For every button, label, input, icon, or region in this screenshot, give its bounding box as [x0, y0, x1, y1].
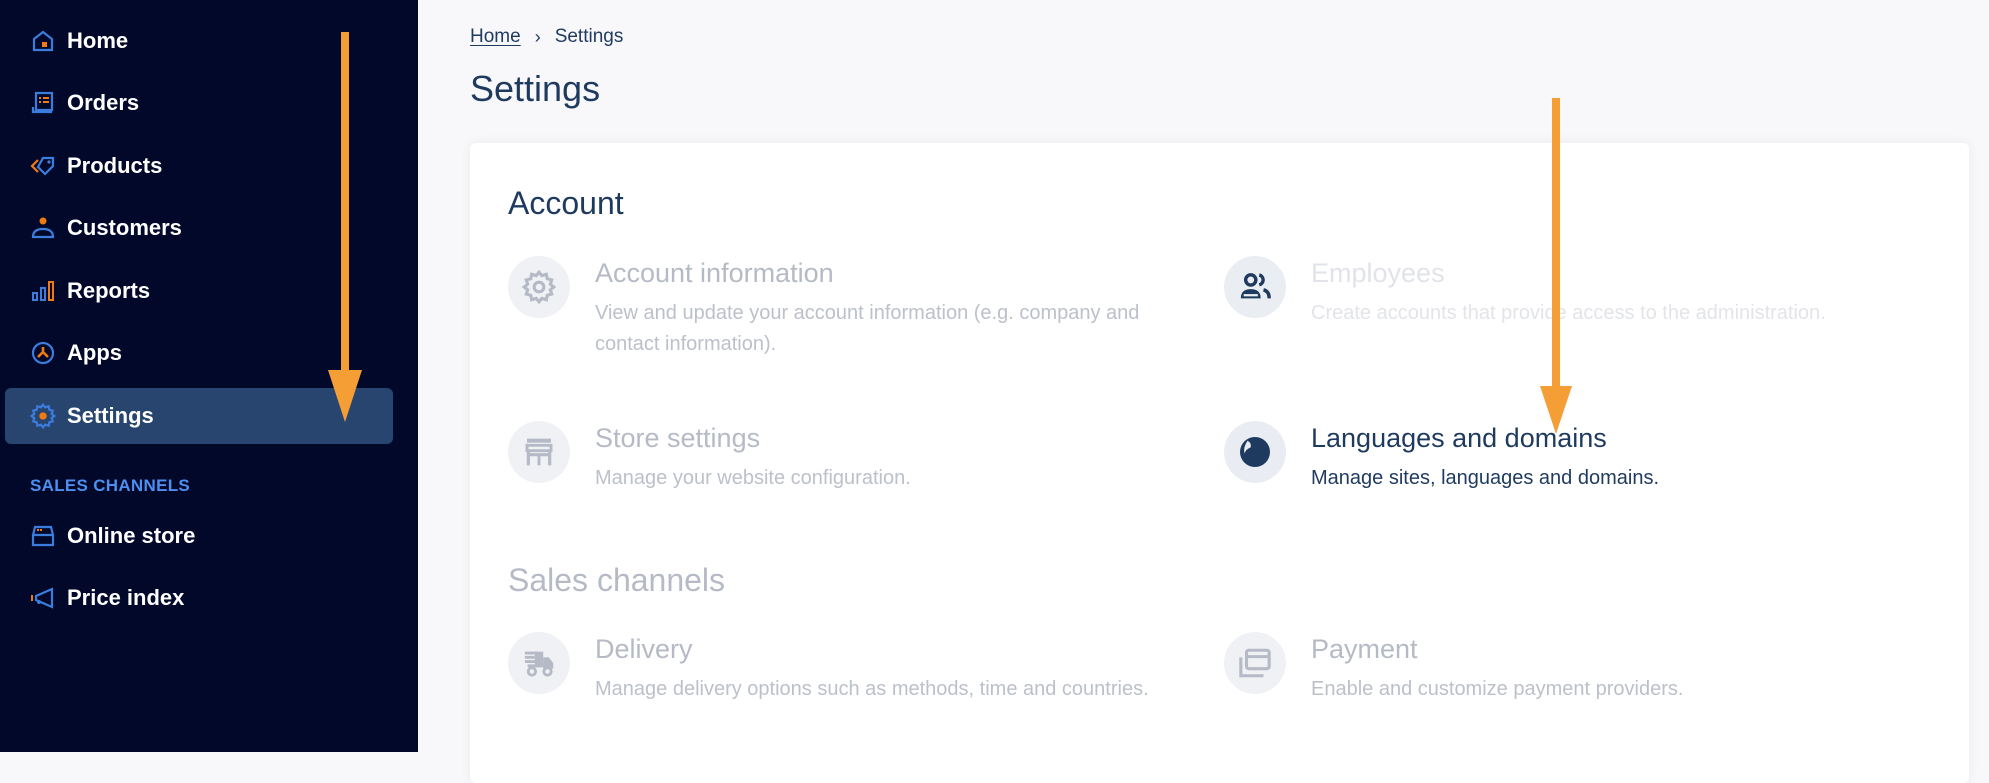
person-icon: [30, 215, 56, 241]
sidebar-item-customers[interactable]: Customers: [5, 200, 393, 256]
breadcrumb-current: Settings: [554, 26, 624, 47]
setting-title: Employees: [1311, 258, 1445, 288]
sidebar: Home Orders Products Customers Reports A…: [0, 0, 418, 752]
setting-title: Store settings: [595, 423, 761, 453]
sidebar-item-label: Reports: [67, 278, 151, 303]
setting-account-information[interactable]: Account information View and update your…: [508, 256, 1208, 356]
tag-icon: [30, 153, 56, 179]
store-icon: [508, 421, 570, 483]
setting-description: View and update your account information…: [595, 302, 1140, 355]
breadcrumb: Home › Settings: [470, 26, 623, 48]
setting-description: Enable and customize payment providers.: [1311, 678, 1684, 700]
sidebar-item-products[interactable]: Products: [5, 138, 393, 194]
payment-card-icon: [1224, 632, 1286, 694]
sidebar-item-settings[interactable]: Settings: [5, 388, 393, 444]
chevron-right-icon: ›: [534, 26, 541, 47]
sales-channels-label: SALES CHANNELS: [30, 476, 191, 495]
storefront-icon: [30, 523, 56, 549]
sidebar-item-home[interactable]: Home: [5, 13, 393, 69]
orders-icon: [30, 90, 56, 116]
section-heading-sales-channels: Sales channels: [508, 562, 726, 598]
sidebar-item-apps[interactable]: Apps: [5, 325, 393, 381]
home-icon: [30, 28, 56, 54]
setting-payment[interactable]: Payment Enable and customize payment pro…: [1224, 632, 1924, 732]
truck-icon: [508, 632, 570, 694]
sidebar-item-label: Home: [67, 28, 129, 53]
sidebar-item-label: Customers: [67, 215, 182, 240]
section-heading-account: Account: [508, 185, 624, 221]
setting-delivery[interactable]: Delivery Manage delivery options such as…: [508, 632, 1208, 732]
sidebar-item-label: Orders: [67, 90, 140, 115]
bar-chart-icon: [30, 278, 56, 304]
sidebar-item-label: Apps: [67, 340, 122, 365]
sidebar-item-price-index[interactable]: Price index: [5, 570, 393, 626]
globe-icon: [1224, 421, 1286, 483]
setting-description: Create accounts that provide access to t…: [1311, 302, 1826, 324]
sidebar-item-online-store[interactable]: Online store: [5, 508, 393, 564]
sidebar-item-label: Products: [67, 153, 163, 178]
setting-description: Manage your website configuration.: [595, 467, 911, 489]
gear-icon: [30, 403, 56, 429]
sidebar-item-orders[interactable]: Orders: [5, 75, 393, 131]
setting-description: Manage delivery options such as methods,…: [595, 678, 1149, 700]
setting-employees[interactable]: Employees Create accounts that provide a…: [1224, 256, 1924, 356]
setting-title: Payment: [1311, 634, 1418, 664]
setting-title: Delivery: [595, 634, 693, 664]
gear-icon: [508, 256, 570, 318]
breadcrumb-home-link[interactable]: Home: [470, 26, 521, 48]
sidebar-item-label: Settings: [67, 403, 154, 428]
setting-title: Account information: [595, 258, 834, 288]
sidebar-item-reports[interactable]: Reports: [5, 263, 393, 319]
setting-languages-and-domains[interactable]: Languages and domains Manage sites, lang…: [1224, 421, 1924, 521]
setting-store-settings[interactable]: Store settings Manage your website confi…: [508, 421, 1208, 521]
page-title: Settings: [470, 68, 601, 109]
setting-description: Manage sites, languages and domains.: [1311, 467, 1660, 489]
setting-title: Languages and domains: [1311, 423, 1607, 453]
megaphone-icon: [30, 585, 56, 611]
sidebar-item-label: Online store: [67, 523, 196, 548]
apps-icon: [30, 340, 56, 366]
people-icon: [1224, 256, 1286, 318]
settings-card: Account Account information View and upd…: [470, 143, 1969, 783]
sidebar-item-label: Price index: [67, 585, 185, 610]
